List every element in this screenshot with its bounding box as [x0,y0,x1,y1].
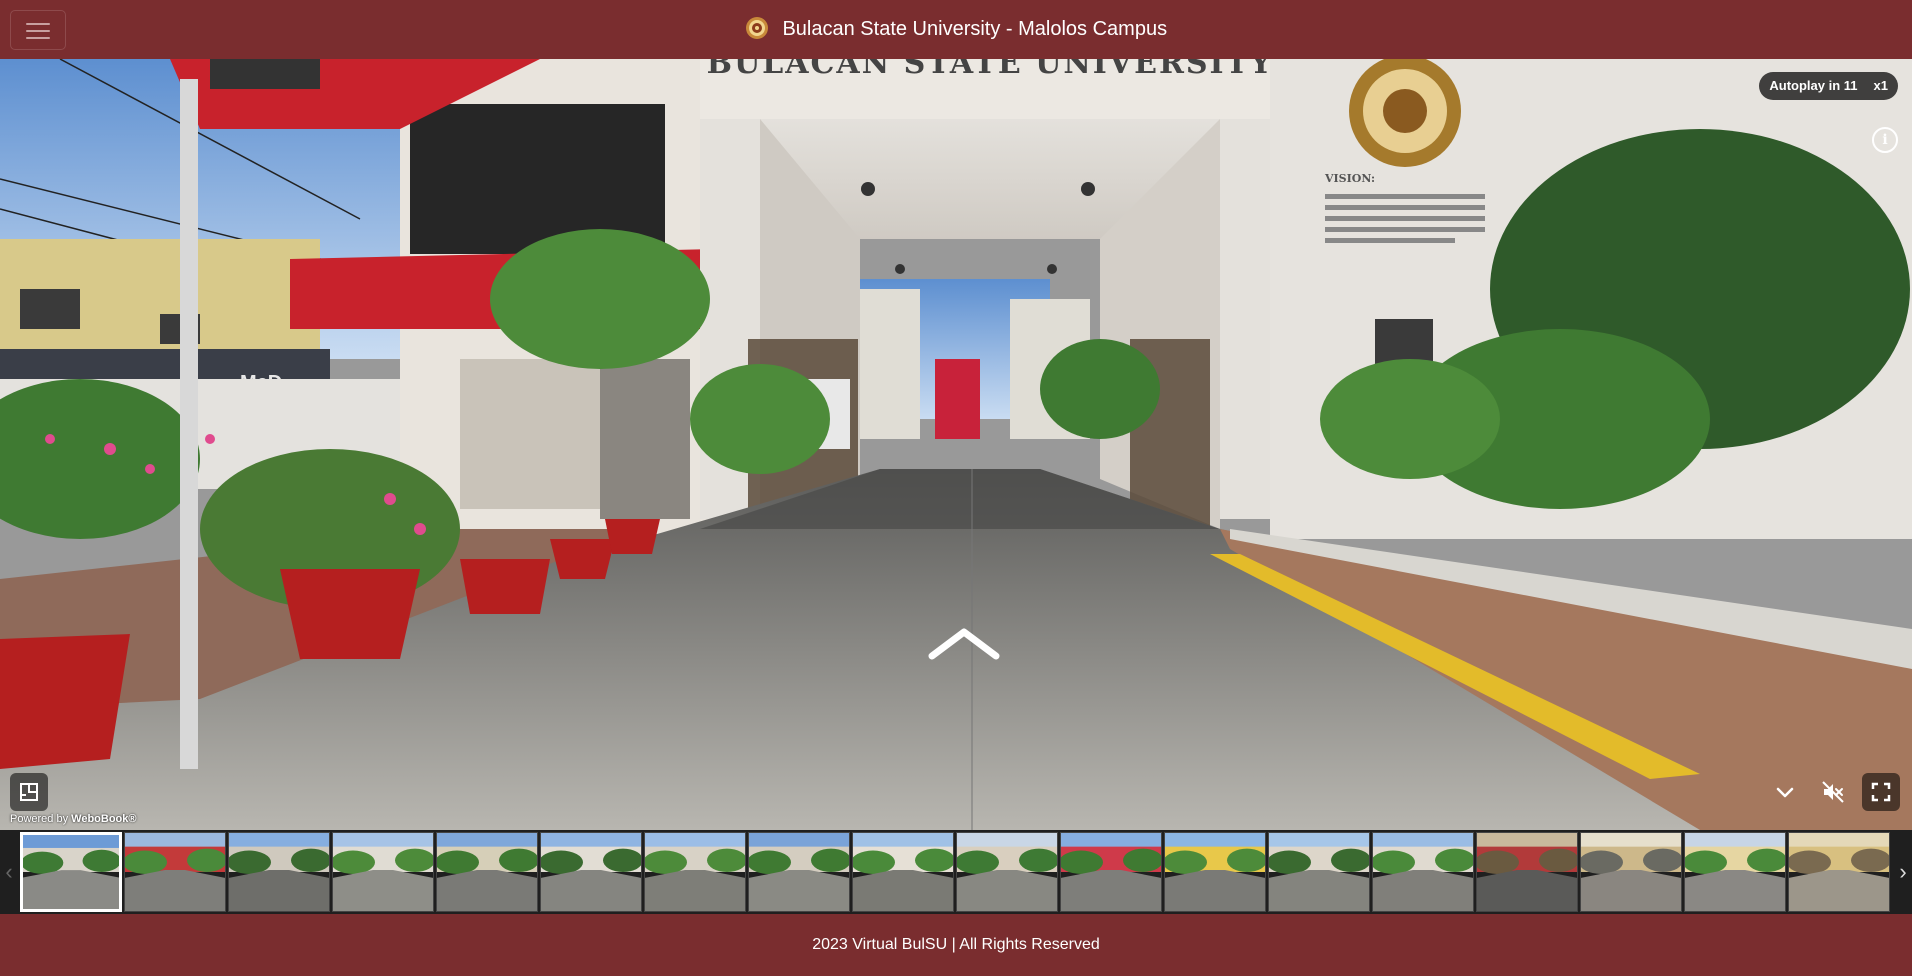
scene-thumbnail[interactable] [1580,832,1682,912]
scene-thumbnail[interactable] [1476,832,1578,912]
scene-thumbnail[interactable] [540,832,642,912]
app-title: Bulacan State University - Malolos Campu… [0,15,1912,43]
mute-icon [1822,781,1844,803]
fullscreen-button[interactable] [1862,773,1900,811]
scene-thumbnail[interactable] [1268,832,1370,912]
chevron-left-icon: ‹ [5,859,13,884]
page-title: Bulacan State University - Malolos Campu… [782,18,1168,40]
floorplan-button[interactable] [10,773,48,811]
scene-thumbnail[interactable] [1684,832,1786,912]
scene-thumbnail[interactable] [1164,832,1266,912]
autoplay-label: Autoplay in 11 [1769,78,1858,93]
scene-thumbnail-strip: ‹ › [0,830,1912,914]
mute-button[interactable] [1814,773,1852,811]
autoplay-speed[interactable]: x1 [1874,72,1888,100]
powered-by: Powered by WeboBook® [10,813,137,825]
info-icon: i [1882,132,1888,148]
move-forward-hotspot[interactable] [926,624,1002,664]
university-sign: BULACAN STATE UNIVERSITY [707,59,1274,81]
scene-thumbnail[interactable] [852,832,954,912]
webobook-brand[interactable]: WeboBook® [71,813,136,825]
info-button[interactable]: i [1872,127,1898,153]
copyright-text: 2023 Virtual BulSU | All Rights Reserved [812,936,1100,953]
scene-thumbnail[interactable] [1788,832,1890,912]
scroll-right-button[interactable]: › [1894,832,1912,912]
scroll-left-button[interactable]: ‹ [0,832,18,912]
top-bar: Bulacan State University - Malolos Campu… [0,0,1912,59]
collapse-thumbnails-button[interactable] [1766,773,1804,811]
floorplan-icon [20,783,38,801]
scene-thumbnail[interactable] [1372,832,1474,912]
fullscreen-icon [1871,782,1891,802]
scene-thumbnail[interactable] [332,832,434,912]
vision-heading: VISION: [1324,172,1375,185]
scene-thumbnail[interactable] [228,832,330,912]
panorama-viewer[interactable]: McD BULACAN STATE UNIVERSITY VIS [0,59,1912,830]
scene-thumbnail[interactable] [124,832,226,912]
scene-thumbnail[interactable] [1060,832,1162,912]
scene-thumbnail[interactable] [436,832,538,912]
scene-thumbnail[interactable] [20,832,122,912]
scene-thumbnail[interactable] [748,832,850,912]
scene-thumbnail[interactable] [956,832,1058,912]
footer: 2023 Virtual BulSU | All Rights Reserved [0,914,1912,966]
chevron-down-icon [1776,787,1794,798]
scene-thumbnail[interactable] [644,832,746,912]
thumbnail-list [20,832,1890,912]
chevron-up-icon [928,628,1000,660]
bulsu-seal-icon [745,16,768,39]
autoplay-toggle[interactable]: Autoplay in 11 x1 [1759,72,1898,100]
panorama-image: McD BULACAN STATE UNIVERSITY VIS [0,59,1912,830]
chevron-right-icon: › [1899,859,1907,884]
